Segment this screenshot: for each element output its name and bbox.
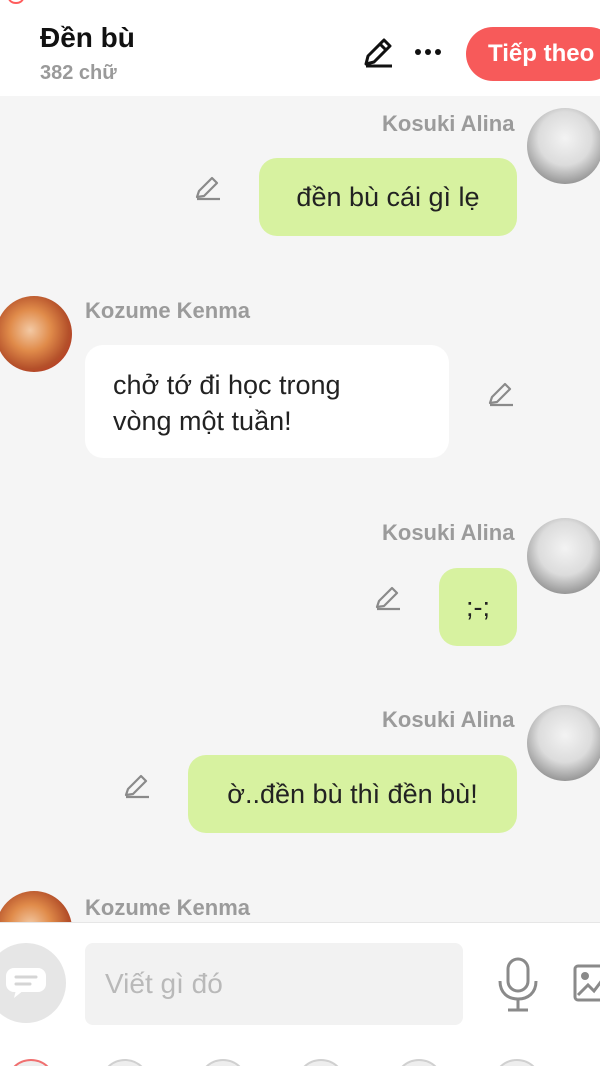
pencil-icon[interactable] — [193, 172, 223, 202]
edit-title-pencil-icon[interactable] — [360, 34, 396, 70]
sender-name: Kozume Kenma — [85, 895, 251, 920]
pencil-icon[interactable] — [122, 770, 152, 800]
header: Đền bù 382 chữ Tiếp theo — [0, 0, 600, 96]
message-bubble[interactable]: ;-; — [439, 568, 517, 646]
message-line: chở tớ đi học trong — [113, 370, 341, 400]
image-icon[interactable] — [572, 963, 600, 1003]
avatar[interactable] — [527, 108, 600, 184]
avatar[interactable] — [100, 1059, 150, 1066]
avatar[interactable] — [0, 296, 72, 372]
more-horizontal-icon[interactable] — [410, 34, 446, 70]
message-input[interactable] — [85, 943, 463, 1025]
avatar[interactable] — [296, 1059, 346, 1066]
message-bubble[interactable]: ờ..đền bù thì đền bù! — [188, 755, 517, 833]
character-strip — [0, 1059, 600, 1066]
composer-bar — [0, 922, 600, 1066]
microphone-icon[interactable] — [496, 957, 540, 1013]
avatar[interactable] — [394, 1059, 444, 1066]
sender-name: Kosuki Alina — [382, 520, 515, 545]
pencil-icon[interactable] — [373, 582, 403, 612]
message-bubble[interactable]: chở tớ đi học trong vòng một tuần! — [85, 345, 449, 458]
message-line: vòng một tuần! — [113, 406, 292, 436]
next-button[interactable]: Tiếp theo — [466, 27, 600, 81]
word-count: 382 chữ — [40, 62, 117, 84]
sender-name: Kosuki Alina — [382, 707, 515, 732]
pencil-icon[interactable] — [486, 378, 516, 408]
status-indicator — [8, 0, 24, 4]
avatar[interactable] — [492, 1059, 542, 1066]
story-title: Đền bù — [40, 22, 135, 53]
avatar[interactable] — [198, 1059, 248, 1066]
avatar[interactable] — [527, 705, 600, 781]
message-icon[interactable] — [0, 943, 66, 1023]
avatar[interactable] — [527, 518, 600, 594]
chat-editor-screen: Đền bù 382 chữ Tiếp theo Kosuki Alina đề… — [0, 0, 600, 1066]
sender-name: Kozume Kenma — [85, 298, 251, 323]
avatar[interactable] — [6, 1059, 56, 1066]
message-bubble[interactable]: đền bù cái gì lẹ — [259, 158, 517, 236]
sender-name: Kosuki Alina — [382, 111, 515, 136]
